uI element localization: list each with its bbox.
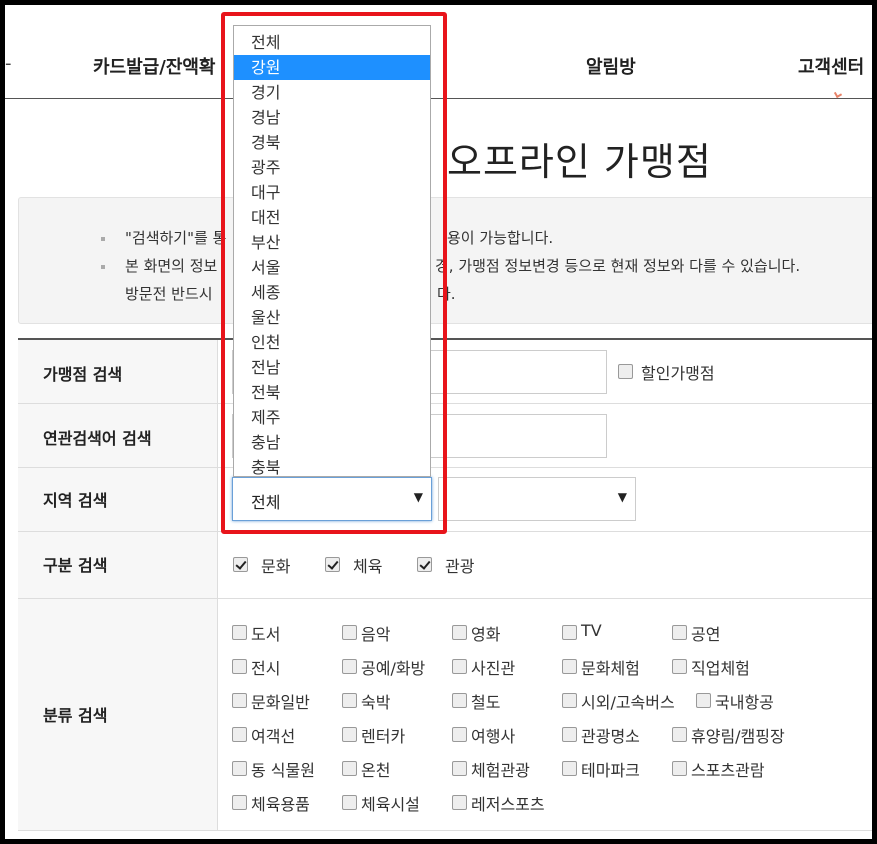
category-checkbox[interactable]	[696, 693, 711, 708]
discount-merchant-checkbox[interactable]	[618, 364, 633, 379]
row-label-cell: 연관검색어 검색	[18, 404, 218, 467]
discount-merchant-label: 할인가맹점	[641, 364, 715, 383]
category-label: 체육시설	[361, 795, 420, 814]
type-tourism-label: 관광	[445, 557, 475, 576]
decoration-icon	[833, 89, 843, 99]
bullet-icon	[101, 237, 105, 241]
category-checkbox[interactable]	[562, 761, 577, 776]
category-checkbox[interactable]	[452, 625, 467, 640]
category-label: 시외/고속버스	[581, 693, 675, 712]
dropdown-arrow-icon: ▼	[617, 490, 627, 504]
bullet-icon	[101, 265, 105, 269]
category-label: 테마파크	[581, 761, 640, 780]
category-checkbox[interactable]	[672, 659, 687, 674]
category-label: TV	[581, 621, 602, 640]
category-search-label: 분류 검색	[43, 706, 108, 725]
page-title: 오프라인 가맹점	[447, 140, 712, 184]
category-label: 여행사	[471, 727, 516, 746]
category-checkbox[interactable]	[452, 761, 467, 776]
notice-line-2: 본 화면의 정보	[125, 257, 218, 275]
category-checkbox[interactable]	[342, 795, 357, 810]
region-search-label: 지역 검색	[43, 491, 108, 510]
nav-item-notice[interactable]: 알림방	[586, 53, 636, 79]
highlight-box	[221, 12, 447, 534]
row-label-cell: 지역 검색	[18, 468, 218, 531]
category-checkbox[interactable]	[232, 795, 247, 810]
type-search-label: 구분 검색	[43, 556, 108, 575]
category-label: 사진관	[471, 659, 516, 678]
category-label: 공연	[691, 625, 721, 644]
category-label: 문화일반	[251, 693, 310, 712]
type-culture-checkbox[interactable]	[233, 557, 248, 572]
category-checkbox[interactable]	[232, 727, 247, 742]
category-label: 숙박	[361, 693, 391, 712]
category-checkbox[interactable]	[672, 727, 687, 742]
category-checkbox[interactable]	[672, 761, 687, 776]
category-checkbox[interactable]	[342, 761, 357, 776]
category-checkbox[interactable]	[232, 693, 247, 708]
category-label: 레저스포츠	[471, 795, 545, 814]
category-checkbox[interactable]	[562, 693, 577, 708]
category-label: 체육용품	[251, 795, 310, 814]
row-label-cell: 분류 검색	[18, 599, 218, 830]
page: - 카드발급/잔액확 알림방 고객센터 오프라인 가맹점 "검색하기"를 통 용…	[5, 5, 872, 839]
category-checkbox[interactable]	[342, 727, 357, 742]
category-label: 국내항공	[715, 693, 774, 712]
type-culture-label: 문화	[261, 557, 291, 576]
notice-line-1-tail: 용이 가능합니다.	[447, 229, 554, 247]
category-checkbox[interactable]	[232, 659, 247, 674]
category-label: 공예/화방	[361, 659, 426, 678]
category-label: 동 식물원	[251, 761, 315, 780]
category-label: 직업체험	[691, 659, 750, 678]
category-label: 전시	[251, 659, 281, 678]
category-checkbox[interactable]	[342, 625, 357, 640]
nav-item-customer-center[interactable]: 고객센터	[798, 53, 864, 79]
category-search-row: 분류 검색 도서 음악 영화 TV 공연전시 공예/화방 사진관 문화체험 직업체험문화일반 숙박…	[18, 599, 872, 831]
category-checkbox[interactable]	[562, 727, 577, 742]
nav-item-partial: -	[5, 53, 12, 74]
category-label: 영화	[471, 625, 501, 644]
category-label: 도서	[251, 625, 281, 644]
category-label: 휴양림/캠핑장	[691, 727, 785, 746]
category-label: 음악	[361, 625, 391, 644]
type-search-row: 구분 검색 문화 체육 관광	[18, 532, 872, 599]
category-checkbox[interactable]	[232, 625, 247, 640]
category-checkbox[interactable]	[672, 625, 687, 640]
category-label: 스포츠관람	[691, 761, 765, 780]
merchant-search-label: 가맹점 검색	[43, 365, 123, 384]
row-label-cell: 구분 검색	[18, 532, 218, 598]
type-tourism-checkbox[interactable]	[417, 557, 432, 572]
category-label: 렌터카	[361, 727, 406, 746]
category-label: 온천	[361, 761, 391, 780]
related-search-label: 연관검색어 검색	[43, 429, 152, 448]
category-checkbox[interactable]	[342, 659, 357, 674]
category-label: 철도	[471, 693, 501, 712]
notice-line-1: "검색하기"를 통	[125, 229, 227, 247]
type-sports-checkbox[interactable]	[325, 557, 340, 572]
category-checkbox[interactable]	[562, 625, 577, 640]
row-label-cell: 가맹점 검색	[18, 340, 218, 403]
category-label: 여객선	[251, 727, 296, 746]
category-checkbox[interactable]	[452, 795, 467, 810]
category-label: 체험관광	[471, 761, 530, 780]
category-checkbox[interactable]	[452, 693, 467, 708]
category-checkbox[interactable]	[232, 761, 247, 776]
notice-line-3: 방문전 반드시	[125, 285, 213, 303]
category-label: 관광명소	[581, 727, 640, 746]
category-checkbox[interactable]	[452, 727, 467, 742]
subregion-select[interactable]: ▼	[438, 477, 636, 521]
category-checkbox[interactable]	[342, 693, 357, 708]
type-sports-label: 체육	[353, 557, 383, 576]
notice-line-2-tail: 경, 가맹점 정보변경 등으로 현재 정보와 다를 수 있습니다.	[435, 257, 801, 275]
category-label: 문화체험	[581, 659, 640, 678]
nav-item-card-issue[interactable]: 카드발급/잔액확	[93, 53, 216, 79]
category-checkbox[interactable]	[562, 659, 577, 674]
category-checkbox[interactable]	[452, 659, 467, 674]
